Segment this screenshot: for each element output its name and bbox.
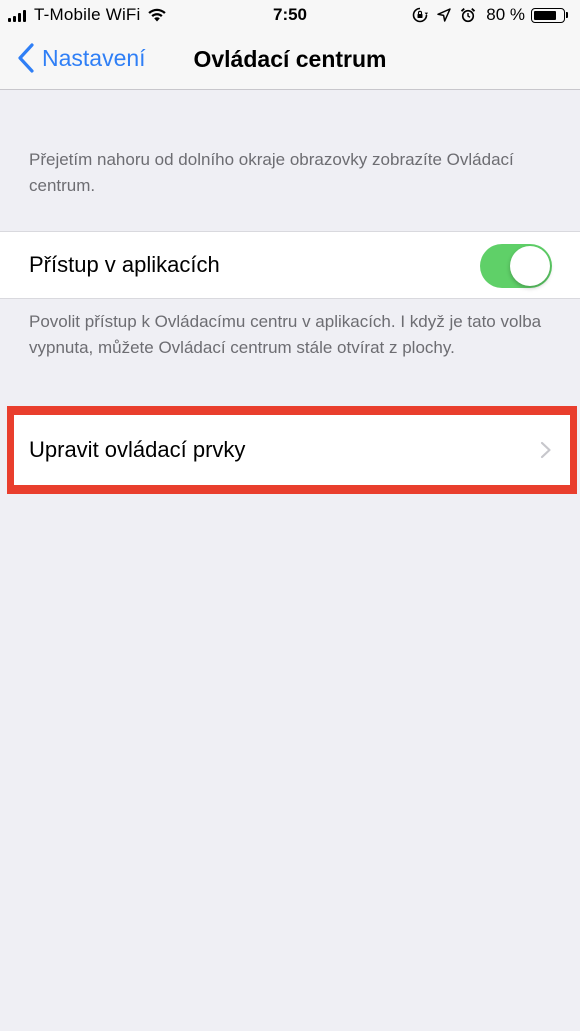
access-in-apps-cell: Přístup v aplikacích xyxy=(0,231,580,299)
intro-description: Přejetím nahoru od dolního okraje obrazo… xyxy=(29,150,514,195)
toggle-knob xyxy=(510,246,550,286)
battery-nub xyxy=(566,12,568,18)
access-description: Povolit přístup k Ovládacímu centru v ap… xyxy=(29,312,542,357)
rotation-lock-icon xyxy=(412,7,429,23)
chevron-right-icon xyxy=(540,441,551,459)
customize-controls-cell[interactable]: Upravit ovládací prvky xyxy=(14,415,570,485)
access-in-apps-toggle[interactable] xyxy=(480,244,552,288)
alarm-icon xyxy=(461,7,476,23)
customize-controls-label: Upravit ovládací prvky xyxy=(29,437,246,462)
navigation-bar: Nastavení Ovládací centrum xyxy=(0,30,580,90)
battery-icon xyxy=(531,7,565,23)
status-right: 80 % xyxy=(404,5,568,25)
battery-percent: 80 % xyxy=(486,5,525,24)
location-icon xyxy=(437,8,451,22)
page-title: Ovládací centrum xyxy=(193,46,387,72)
status-bar: T-Mobile WiFi 7:50 80 % xyxy=(0,0,580,30)
access-in-apps-label: Přístup v aplikacích xyxy=(29,252,220,277)
